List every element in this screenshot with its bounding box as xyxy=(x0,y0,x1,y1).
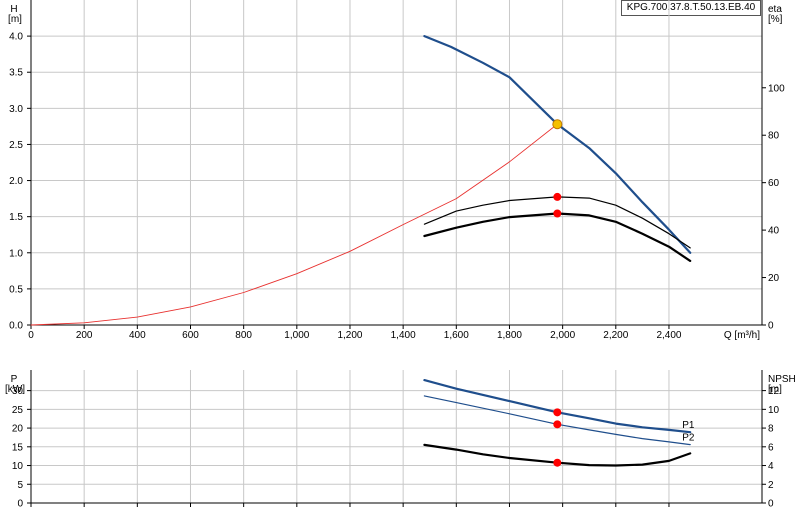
top-left-tick-label: 0.0 xyxy=(9,321,23,332)
bottom-right-tick-label: 4 xyxy=(768,461,774,472)
top-right-tick-label: 100 xyxy=(768,83,785,94)
top-right-tick-label: 80 xyxy=(768,131,780,142)
duty-point-markers xyxy=(552,119,563,467)
top-left-tick-label: 2.0 xyxy=(9,176,23,187)
top-duty-point-1 xyxy=(553,192,562,201)
bottom-right-tick-label: 2 xyxy=(768,480,774,491)
top-x-tick-label: 1,200 xyxy=(337,330,362,341)
bottom-left-tick-label: 20 xyxy=(12,424,24,435)
top-x-tick-label: 800 xyxy=(235,330,252,341)
top-x-tick-label: 2,000 xyxy=(550,330,575,341)
top-x-tick-label: 1,800 xyxy=(497,330,522,341)
bottom-right-tick-label: 0 xyxy=(768,499,774,510)
bottom-duty-point-0 xyxy=(553,408,562,417)
top-right-axis-unit: [%] xyxy=(768,14,783,25)
top-x-tick-label: 2,400 xyxy=(656,330,681,341)
bottom-duty-point-2 xyxy=(553,458,562,467)
top-x-tick-label: 1,000 xyxy=(284,330,309,341)
bottom-series-label-p2: P2 xyxy=(682,433,695,444)
top-x-tick-label: 600 xyxy=(182,330,199,341)
top-left-tick-label: 3.0 xyxy=(9,104,23,115)
top-left-tick-label: 2.5 xyxy=(9,140,23,151)
top-x-tick-label: 0 xyxy=(28,330,34,341)
bottom-left-tick-label: 25 xyxy=(12,405,24,416)
top-left-tick-label: 1.0 xyxy=(9,248,23,259)
bottom-left-axis-unit: [kW] xyxy=(5,384,25,395)
bottom-left-tick-label: 10 xyxy=(12,461,24,472)
top-duty-point-0 xyxy=(552,119,563,130)
axis-labels: H[m]eta[%]Q [m³/h]P[kW]NPSH[m]P1P2 xyxy=(5,4,796,444)
top-left-tick-label: 4.0 xyxy=(9,32,23,43)
top-left-axis-unit: [m] xyxy=(8,14,22,25)
top-right-tick-label: 60 xyxy=(768,178,780,189)
bottom-right-axis-unit: [m] xyxy=(768,384,782,395)
bottom-duty-point-1 xyxy=(553,420,562,429)
top-x-axis-title: Q [m³/h] xyxy=(724,330,760,341)
bottom-left-tick-label: 5 xyxy=(17,480,23,491)
bottom-series-label-p1: P1 xyxy=(682,420,695,431)
top-duty-point-2 xyxy=(553,209,562,218)
top-x-tick-label: 1,400 xyxy=(391,330,416,341)
top-x-tick-label: 400 xyxy=(129,330,146,341)
top-right-tick-label: 40 xyxy=(768,226,780,237)
top-series-eta_1 xyxy=(423,196,691,249)
bottom-right-tick-label: 6 xyxy=(768,442,774,453)
top-right-tick-label: 0 xyxy=(768,321,774,332)
pump-curve-chart: 0.00.51.01.52.02.53.03.54.00204060801000… xyxy=(5,0,796,510)
bottom-left-tick-label: 15 xyxy=(12,442,24,453)
top-x-tick-label: 2,200 xyxy=(603,330,628,341)
top-x-tick-label: 1,600 xyxy=(444,330,469,341)
top-left-tick-label: 0.5 xyxy=(9,284,23,295)
top-x-tick-label: 200 xyxy=(76,330,93,341)
top-left-tick-label: 3.5 xyxy=(9,68,23,79)
top-right-tick-label: 20 xyxy=(768,273,780,284)
bottom-series-p2 xyxy=(423,395,691,446)
axes xyxy=(27,0,766,507)
top-series-system xyxy=(30,123,558,326)
series xyxy=(30,35,692,467)
bottom-left-tick-label: 0 xyxy=(17,499,23,510)
top-left-tick-label: 1.5 xyxy=(9,212,23,223)
bottom-right-tick-label: 10 xyxy=(768,405,780,416)
bottom-right-tick-label: 8 xyxy=(768,424,774,435)
top-series-eta_2 xyxy=(423,212,692,262)
